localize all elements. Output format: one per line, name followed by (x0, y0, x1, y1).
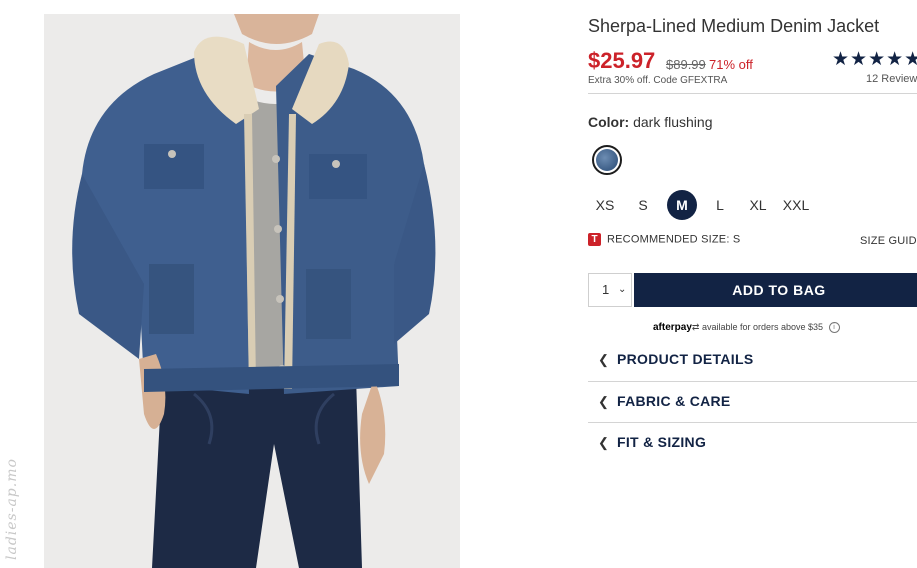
afterpay-note: afterpay⇄ available for orders above $35… (653, 322, 840, 334)
chevron-down-icon: ⌄ (618, 284, 627, 295)
afterpay-arrow-icon: ⇄ (691, 322, 700, 332)
recommended-size: T RECOMMENDED SIZE: S (588, 233, 740, 246)
product-image[interactable] (44, 14, 460, 568)
size-option[interactable]: XXL (781, 190, 811, 220)
afterpay-text: available for orders above $35 (701, 322, 824, 332)
percent-off: 71% off (709, 57, 753, 72)
watermark: ladies-ap.mo (4, 458, 20, 560)
accordion-product-details[interactable]: ❮ PRODUCT DETAILS (588, 340, 917, 380)
info-icon[interactable]: i (828, 322, 840, 334)
product-title: Sherpa-Lined Medium Denim Jacket (588, 16, 880, 36)
size-option[interactable]: L (705, 190, 735, 220)
color-value: dark flushing (633, 114, 713, 130)
swatch-fill (596, 149, 618, 171)
chevron-left-icon: ❮ (598, 394, 609, 409)
product-photo (44, 14, 460, 568)
accordion-label: FIT & SIZING (617, 434, 707, 450)
original-price: $89.99 (666, 57, 706, 72)
chevron-left-icon: ❮ (598, 435, 609, 450)
product-info-panel: Sherpa-Lined Medium Denim Jacket $25.97 … (588, 0, 917, 568)
accordion-fabric-care[interactable]: ❮ FABRIC & CARE (588, 382, 917, 422)
chevron-left-icon: ❮ (598, 352, 609, 367)
accordion-label: FABRIC & CARE (617, 393, 731, 409)
divider (588, 93, 917, 94)
truefit-icon: T (588, 233, 601, 246)
size-option[interactable]: XS (590, 190, 620, 220)
reviews-link[interactable]: 12 Reviews (866, 73, 917, 85)
size-selector: XS S M L XL XXL (588, 190, 828, 220)
size-option[interactable]: XL (743, 190, 773, 220)
quantity-value: 1 (602, 282, 610, 297)
size-option[interactable]: S (628, 190, 658, 220)
afterpay-logo: afterpay (653, 322, 692, 333)
accordion-label: PRODUCT DETAILS (617, 351, 754, 367)
color-heading: Color: (588, 114, 630, 130)
recommended-size-text: RECOMMENDED SIZE: S (607, 233, 741, 246)
sale-price: $25.97 (588, 48, 656, 73)
rating-stars[interactable]: ★★★★★ (832, 48, 917, 71)
add-to-bag-button[interactable]: ADD TO BAG (634, 273, 917, 307)
color-swatch-dark-flushing[interactable] (592, 145, 622, 175)
size-option-selected[interactable]: M (667, 190, 697, 220)
color-label: Color: dark flushing (588, 114, 713, 130)
promo-text: Extra 30% off. Code GFEXTRA (588, 75, 728, 86)
size-guide-link[interactable]: SIZE GUIDE (860, 235, 917, 247)
accordion-fit-sizing[interactable]: ❮ FIT & SIZING (588, 423, 917, 463)
quantity-select[interactable]: 1 ⌄ (588, 273, 632, 307)
